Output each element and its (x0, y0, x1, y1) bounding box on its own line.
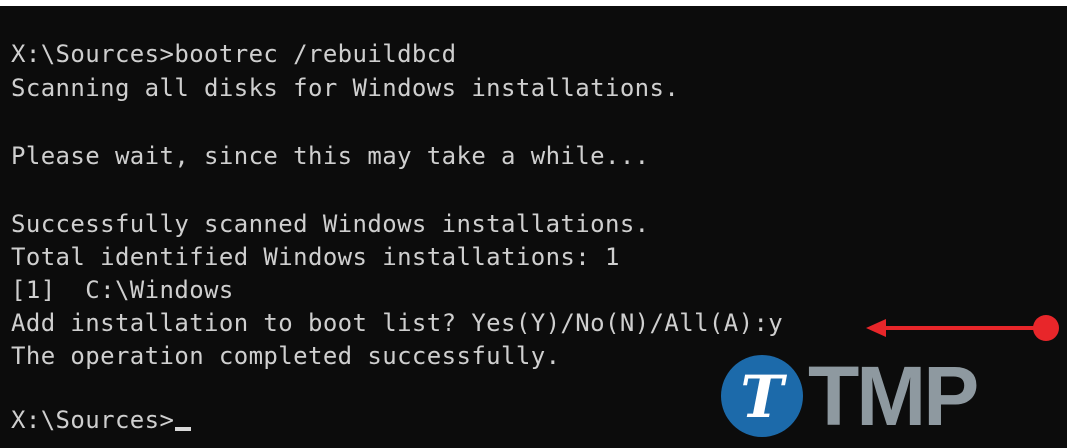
command-prompt-console[interactable]: X:\Sources>bootrec /rebuildbcd Scanning … (0, 6, 1067, 448)
console-line-total: Total identified Windows installations: … (11, 243, 620, 271)
console-line-installation: [1] C:\Windows (11, 276, 234, 304)
console-line-command: X:\Sources>bootrec /rebuildbcd (11, 40, 457, 68)
console-line-prompt[interactable]: X:\Sources> (11, 403, 192, 437)
tmp-watermark-logo: T TMP (720, 351, 1030, 441)
console-line-scanning: Scanning all disks for Windows installat… (11, 74, 680, 102)
tmp-logo-circle-icon: T (721, 355, 803, 437)
annotation-arrow-icon (866, 315, 1059, 341)
tmp-logo-text: TMP (808, 349, 979, 443)
prompt-text: X:\Sources> (11, 406, 175, 434)
tmp-logo-letter: T (740, 363, 787, 431)
console-line-add-prompt: Add installation to boot list? Yes(Y)/No… (11, 309, 784, 337)
console-line-success: Successfully scanned Windows installatio… (11, 210, 650, 238)
text-cursor (175, 427, 192, 431)
console-line-completed: The operation completed successfully. (11, 342, 561, 370)
console-line-wait: Please wait, since this may take a while… (11, 142, 650, 170)
